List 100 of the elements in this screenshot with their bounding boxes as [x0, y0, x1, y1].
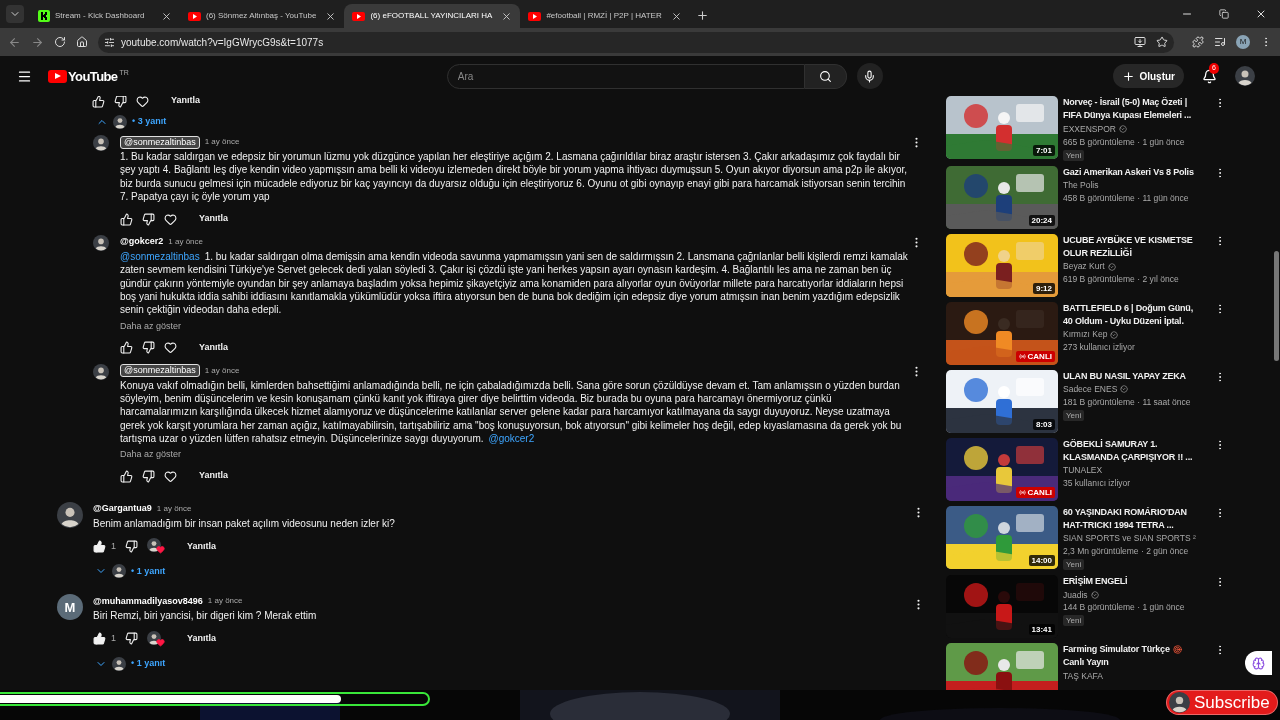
close-icon[interactable] [161, 10, 172, 22]
profile-button[interactable]: M [1236, 35, 1250, 49]
browser-tab[interactable]: (6) Sönmez Altınbaş - YouTube [180, 4, 345, 28]
channel-name[interactable]: Beyaz Kurt [1063, 260, 1105, 274]
video-title[interactable]: Norveç - İsrail (5-0) Maç Özeti | [1063, 96, 1187, 110]
dislike-icon[interactable] [125, 632, 138, 646]
channel-name[interactable]: SIAN SPORTS ve SIAN SPORTS ² [1063, 532, 1196, 546]
replies-toggle[interactable]: • 3 yanıt [96, 114, 925, 130]
creator-author-badge[interactable]: @sonmezaltinbas [120, 364, 200, 378]
close-icon[interactable] [325, 10, 337, 22]
dislike-icon[interactable] [142, 469, 155, 483]
reply-button[interactable]: Yanıtla [197, 340, 230, 355]
mention-link[interactable]: @sonmezaltinbas [120, 251, 200, 263]
video-title[interactable]: HAT-TRICK! 1994 TETRA ... [1063, 518, 1174, 533]
reply-button[interactable]: Yanıtla [197, 469, 230, 483]
show-less-link[interactable]: Daha az göster [120, 320, 182, 332]
like-icon[interactable] [120, 469, 133, 483]
creator-author-badge[interactable]: @sonmezaltinbas [120, 135, 200, 149]
channel-name[interactable]: Sadece ENES [1063, 383, 1118, 396]
logo-text[interactable]: YouTube [68, 68, 118, 84]
reply-button[interactable]: Yanıtla [197, 212, 230, 226]
new-badge: Yeni [1063, 409, 1085, 421]
back-icon[interactable] [8, 35, 21, 49]
heart-icon[interactable] [164, 341, 177, 355]
menu-icon[interactable] [17, 68, 32, 84]
heart-icon[interactable] [164, 469, 177, 483]
search-field[interactable]: Ara [446, 63, 805, 89]
show-less-link[interactable]: Daha az göster [120, 449, 182, 461]
duration-badge: 7:01 [1033, 145, 1055, 156]
reply-button[interactable]: Yanıtla [185, 539, 219, 554]
video-title[interactable]: FIFA Dünya Kupası Elemeleri ... [1063, 109, 1191, 123]
like-icon[interactable] [120, 212, 133, 226]
extensions-icon[interactable] [1192, 36, 1204, 48]
channel-name[interactable]: Kırmızı Kep [1063, 328, 1108, 342]
media-icon[interactable] [1214, 36, 1226, 48]
reply-button[interactable]: Yanıtla [169, 96, 202, 108]
close-icon[interactable] [670, 10, 682, 22]
video-title[interactable]: 40 Oldum - Uyku Düzeni İptal. [1063, 314, 1184, 329]
heart-icon[interactable] [164, 212, 177, 226]
dislike-icon[interactable] [114, 96, 127, 108]
video-title[interactable]: Farming Simulator Türkçe [1063, 643, 1182, 657]
new-tab-icon[interactable] [695, 9, 709, 22]
restore-icon[interactable] [1219, 9, 1229, 19]
dislike-icon[interactable] [125, 539, 138, 553]
channel-name[interactable]: Juadis [1063, 588, 1088, 602]
channel-name[interactable]: TUNALEX [1063, 464, 1103, 478]
like-icon[interactable] [93, 632, 106, 646]
browser-tab[interactable]: (6) eFOOTBALL YAYINCILARI HA [344, 4, 521, 28]
comment-author[interactable]: @muhammadilyasov8496 [93, 594, 203, 609]
search-button[interactable] [804, 63, 847, 89]
browser-tab[interactable]: Stream - Kick Dashboard [30, 4, 180, 28]
reply-button[interactable]: Yanıtla [185, 632, 219, 646]
heart-icon[interactable] [136, 96, 149, 108]
create-button[interactable]: Oluştur [1113, 64, 1184, 88]
video-title[interactable]: 60 YAŞINDAKI ROMÁRIO'DAN [1063, 505, 1187, 519]
video-title[interactable]: GÖBEKLİ SAMURAY 1. [1063, 437, 1158, 451]
youtube-logo-icon[interactable] [48, 69, 67, 83]
subscribe-button[interactable]: Subscribe [1166, 690, 1278, 715]
like-count: 1 [111, 539, 116, 553]
like-icon[interactable] [93, 539, 106, 553]
tab-list-button[interactable] [6, 5, 24, 23]
install-icon[interactable] [1134, 36, 1146, 48]
assistant-button[interactable] [1245, 651, 1272, 675]
channel-name[interactable]: TAŞ KAFA [1063, 669, 1103, 683]
comment-author[interactable]: @Gargantua9 [93, 502, 152, 516]
home-icon[interactable] [76, 36, 88, 48]
like-icon[interactable] [120, 341, 133, 355]
dislike-icon[interactable] [142, 212, 155, 226]
video-title[interactable]: OLUR REZİLLİĞİ [1063, 246, 1132, 261]
avatar [93, 135, 109, 151]
video-meta: 458 B görüntüleme · 11 gün önce [1063, 191, 1189, 205]
video-title[interactable]: Canlı Yayın [1063, 656, 1109, 670]
notifications-icon[interactable] [1202, 68, 1217, 84]
video-title[interactable]: KLASMANDA ÇARPIŞIYOR !! ... [1063, 450, 1193, 465]
forward-icon[interactable] [31, 35, 44, 49]
mention-link[interactable]: @gokcer2 [488, 432, 535, 444]
dislike-icon[interactable] [142, 341, 155, 355]
video-title[interactable]: UCUBE AYBÜKE VE KISMETSE [1063, 233, 1193, 247]
comment-author[interactable]: @gokcer2 [120, 235, 164, 249]
close-icon[interactable] [1255, 8, 1267, 20]
video-title[interactable]: BATTLEFIELD 6 | Doğum Günü, [1063, 301, 1193, 315]
bookmark-star-icon[interactable] [1156, 36, 1168, 48]
site-info-icon[interactable] [104, 36, 115, 48]
channel-name[interactable]: EXXENSPOR [1063, 122, 1116, 136]
address-field[interactable]: youtube.com/watch?v=IgGWrycG9s&t=1077s [98, 31, 1174, 53]
video-title[interactable]: ULAN BU NASIL YAPAY ZEKA [1063, 369, 1186, 383]
scrollbar-thumb[interactable] [1274, 251, 1279, 361]
video-title[interactable]: ERİŞİM ENGELİ [1063, 575, 1128, 589]
like-icon[interactable] [92, 96, 105, 108]
video-title[interactable]: Gazi Amerikan Askeri Vs 8 Polis [1063, 165, 1194, 179]
search-input[interactable]: Ara [457, 68, 794, 84]
browser-tab[interactable]: #efootball | RMZİ | P2P | HATER [520, 4, 690, 28]
replies-toggle[interactable]: • 1 yanıt [95, 655, 912, 672]
close-icon[interactable] [501, 10, 513, 22]
channel-name[interactable]: The Polis [1063, 179, 1099, 192]
duration-badge: 8:03 [1033, 418, 1055, 430]
reload-icon[interactable] [54, 36, 66, 48]
replies-toggle[interactable]: • 1 yanıt [95, 563, 912, 580]
tab-title: #efootball | RMZİ | P2P | HATER [546, 10, 662, 22]
voice-search-button[interactable] [856, 63, 883, 89]
